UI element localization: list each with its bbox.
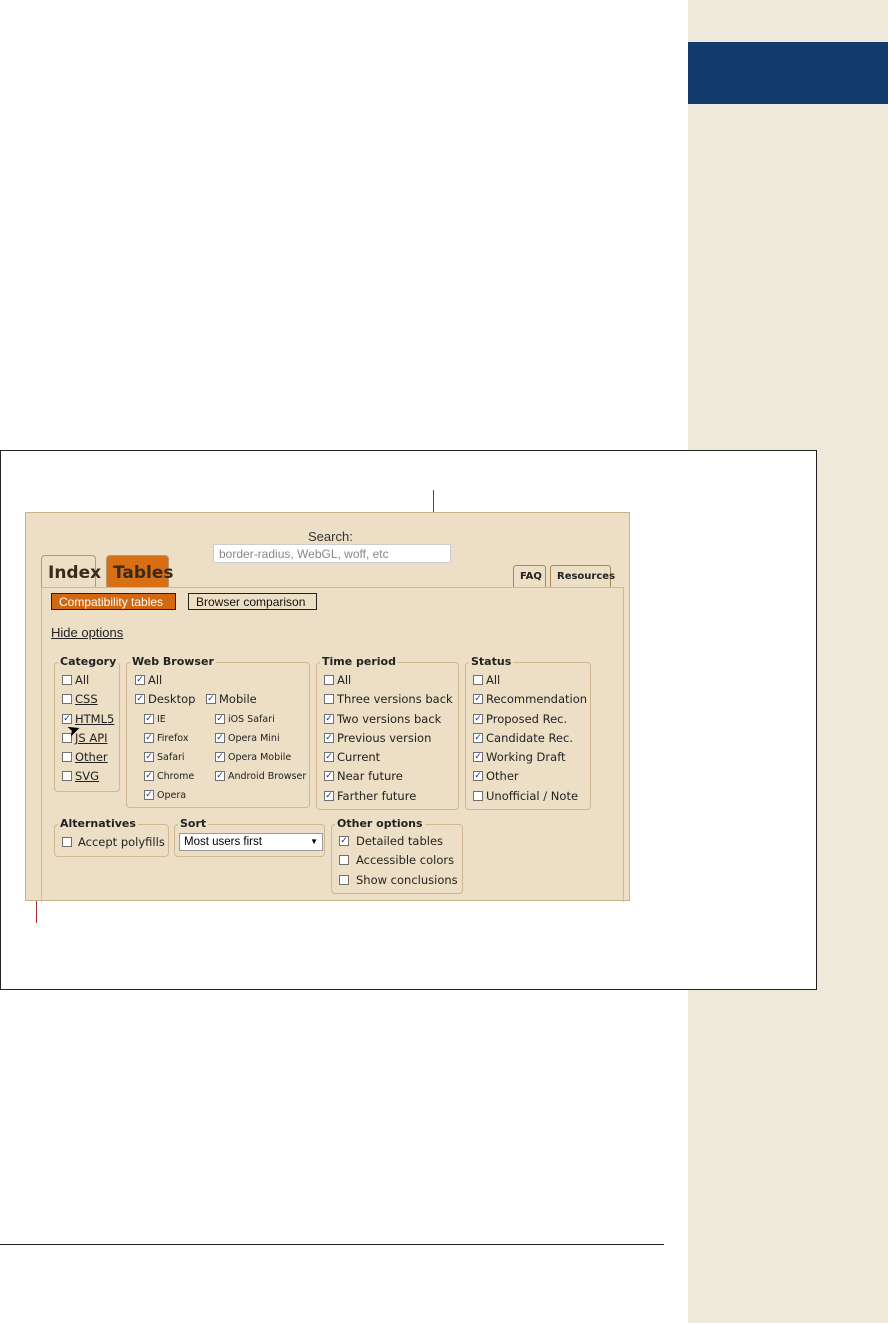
checkmark-icon: ✓	[135, 693, 145, 704]
checkbox-icon	[62, 752, 72, 762]
checkmark-icon: ✓	[473, 751, 483, 762]
time-near-future-checkbox[interactable]: ✓ Near future	[324, 768, 403, 784]
checkbox-icon	[62, 837, 72, 847]
tab-resources[interactable]: Resources	[550, 565, 615, 587]
checkmark-icon: ✓	[144, 770, 154, 781]
checkmark-icon: ✓	[339, 835, 349, 846]
checkbox-icon	[62, 675, 72, 685]
browser-chrome-checkbox[interactable]: ✓ Chrome	[144, 768, 194, 784]
tab-tables[interactable]: Tables	[106, 555, 174, 587]
time-current-checkbox[interactable]: ✓ Current	[324, 749, 380, 765]
checkmark-icon: ✓	[473, 713, 483, 724]
sidebar-tab-block	[688, 42, 888, 104]
time-period-legend: Time period	[320, 655, 398, 668]
chevron-down-icon: ▼	[310, 837, 318, 846]
time-all-checkbox[interactable]: All	[324, 672, 351, 688]
checkmark-icon: ✓	[206, 693, 216, 704]
search-input[interactable]: border-radius, WebGL, woff, etc	[213, 544, 451, 563]
status-recommendation-checkbox[interactable]: ✓ Recommendation	[473, 691, 587, 707]
alternatives-legend: Alternatives	[58, 817, 138, 830]
category-legend: Category	[58, 655, 119, 668]
checkmark-icon: ✓	[324, 713, 334, 724]
search-label: Search:	[308, 529, 353, 544]
checkmark-icon: ✓	[135, 674, 145, 685]
checkmark-icon: ✓	[324, 732, 334, 743]
accept-polyfills-checkbox[interactable]: Accept polyfills	[62, 834, 165, 850]
sort-select[interactable]: Most users first ▼	[179, 833, 323, 851]
checkmark-icon: ✓	[473, 732, 483, 743]
status-all-checkbox[interactable]: All	[473, 672, 500, 688]
browser-safari-checkbox[interactable]: ✓ Safari	[144, 749, 185, 765]
show-conclusions-checkbox[interactable]: Show conclusions	[339, 872, 458, 888]
checkmark-icon: ✓	[144, 732, 154, 743]
checkmark-icon: ✓	[215, 770, 225, 781]
checkbox-icon	[62, 771, 72, 781]
checkmark-icon: ✓	[473, 693, 483, 704]
checkmark-icon: ✓	[215, 713, 225, 724]
sort-legend: Sort	[178, 817, 209, 830]
checkbox-icon	[324, 694, 334, 704]
time-farther-future-checkbox[interactable]: ✓ Farther future	[324, 788, 416, 804]
time-two-back-checkbox[interactable]: ✓ Two versions back	[324, 711, 441, 727]
status-candidate-checkbox[interactable]: ✓ Candidate Rec.	[473, 730, 573, 746]
checkmark-icon: ✓	[324, 751, 334, 762]
status-unofficial-checkbox[interactable]: Unofficial / Note	[473, 788, 578, 804]
browser-android-checkbox[interactable]: ✓ Android Browser	[215, 768, 306, 784]
checkmark-icon: ✓	[324, 790, 334, 801]
checkbox-icon	[473, 675, 483, 685]
checkmark-icon: ✓	[144, 789, 154, 800]
compatibility-tables-button[interactable]: Compatibility tables	[51, 593, 176, 610]
checkmark-icon: ✓	[144, 713, 154, 724]
checkmark-icon: ✓	[144, 751, 154, 762]
checkbox-icon	[339, 875, 349, 885]
checkmark-icon: ✓	[324, 770, 334, 781]
tab-faq[interactable]: FAQ	[513, 565, 546, 587]
checkmark-icon: ✓	[215, 732, 225, 743]
browser-desktop-checkbox[interactable]: ✓ Desktop	[135, 691, 195, 707]
time-three-back-checkbox[interactable]: Three versions back	[324, 691, 453, 707]
status-working-draft-checkbox[interactable]: ✓ Working Draft	[473, 749, 566, 765]
footer-rule	[0, 1244, 664, 1245]
checkbox-icon	[339, 855, 349, 865]
browser-opera-mini-checkbox[interactable]: ✓ Opera Mini	[215, 730, 280, 746]
other-options-legend: Other options	[335, 817, 425, 830]
status-proposed-checkbox[interactable]: ✓ Proposed Rec.	[473, 711, 567, 727]
detailed-tables-checkbox[interactable]: ✓ Detailed tables	[339, 833, 443, 849]
status-other-checkbox[interactable]: ✓ Other	[473, 768, 519, 784]
category-all-checkbox[interactable]: All	[62, 672, 89, 688]
category-css-checkbox[interactable]: CSS	[62, 691, 98, 707]
browser-all-checkbox[interactable]: ✓ All	[135, 672, 162, 688]
accessible-colors-checkbox[interactable]: Accessible colors	[339, 852, 454, 868]
browser-opera-mobile-checkbox[interactable]: ✓ Opera Mobile	[215, 749, 291, 765]
hide-options-link[interactable]: Hide options	[51, 625, 123, 640]
category-other-checkbox[interactable]: Other	[62, 749, 108, 765]
browser-comparison-button[interactable]: Browser comparison	[188, 593, 317, 610]
browser-ie-checkbox[interactable]: ✓ IE	[144, 711, 166, 727]
caniuse-screenshot: Search: border-radius, WebGL, woff, etc …	[25, 512, 630, 902]
checkmark-icon: ✓	[473, 770, 483, 781]
browser-firefox-checkbox[interactable]: ✓ Firefox	[144, 730, 188, 746]
checkmark-icon: ✓	[215, 751, 225, 762]
checkbox-icon	[324, 675, 334, 685]
checkbox-icon	[473, 791, 483, 801]
time-previous-checkbox[interactable]: ✓ Previous version	[324, 730, 431, 746]
browser-opera-checkbox[interactable]: ✓ Opera	[144, 787, 186, 803]
category-svg-checkbox[interactable]: SVG	[62, 768, 99, 784]
checkbox-icon	[62, 694, 72, 704]
status-legend: Status	[469, 655, 514, 668]
browser-ios-safari-checkbox[interactable]: ✓ iOS Safari	[215, 711, 275, 727]
tab-index[interactable]: Index	[41, 555, 101, 587]
web-browser-legend: Web Browser	[130, 655, 216, 668]
browser-mobile-checkbox[interactable]: ✓ Mobile	[206, 691, 257, 707]
